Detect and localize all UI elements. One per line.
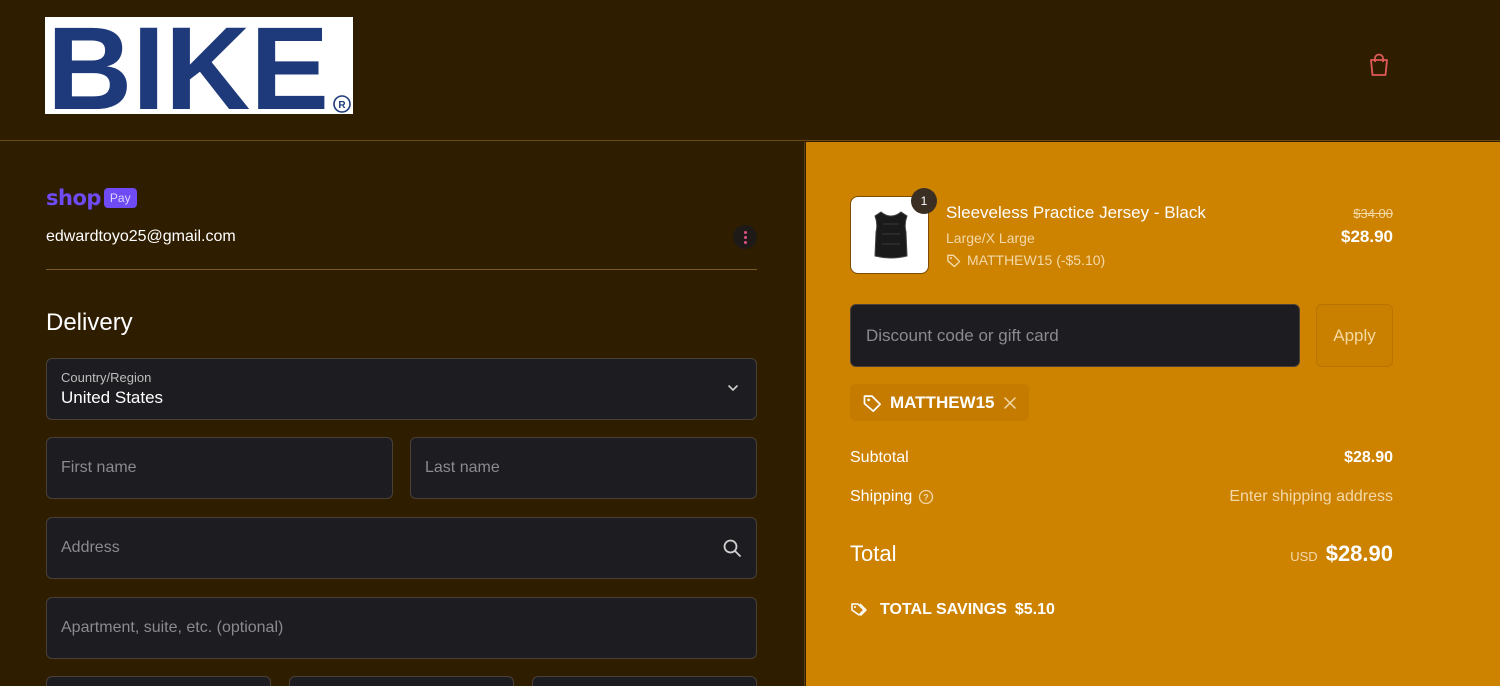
apartment-field[interactable]: Apartment, suite, etc. (optional) xyxy=(46,597,757,659)
product-price: $28.90 xyxy=(1341,227,1393,246)
shop-word: shop xyxy=(46,186,101,210)
divider xyxy=(46,269,757,270)
country-value: United States xyxy=(61,388,164,407)
discount-chip: MATTHEW15 xyxy=(850,384,1029,421)
city-field[interactable] xyxy=(46,676,271,686)
tag-icon xyxy=(947,254,961,267)
address-placeholder: Address xyxy=(61,539,120,556)
shipping-label-wrap: Shipping ? xyxy=(850,488,934,506)
tag-icon xyxy=(863,394,881,412)
product-name: Sleeveless Practice Jersey - Black xyxy=(946,203,1206,222)
apply-button[interactable]: Apply xyxy=(1316,304,1393,367)
chevron-down-icon xyxy=(728,385,738,392)
svg-text:?: ? xyxy=(924,493,930,503)
apartment-placeholder: Apartment, suite, etc. (optional) xyxy=(61,619,284,636)
remove-discount-button[interactable] xyxy=(1003,396,1017,410)
kebab-dot xyxy=(743,240,747,244)
state-field[interactable] xyxy=(289,676,514,686)
account-menu-button[interactable] xyxy=(733,225,757,249)
svg-text:R: R xyxy=(338,100,346,111)
pay-badge: Pay xyxy=(103,188,137,208)
first-name-field[interactable]: First name xyxy=(46,437,393,499)
jersey-image xyxy=(874,211,908,259)
discount-placeholder: Discount code or gift card xyxy=(866,325,1059,345)
country-select[interactable]: Country/Region United States xyxy=(46,358,757,420)
logo-text: BIKE xyxy=(47,17,329,114)
original-price: $34.00 xyxy=(1353,206,1393,221)
savings-label: TOTAL SAVINGS xyxy=(880,601,1007,618)
total-amount: USD $28.90 xyxy=(1290,541,1393,567)
total-row: Total USD $28.90 xyxy=(850,541,1393,567)
discount-code-input[interactable]: Discount code or gift card xyxy=(850,304,1300,367)
shipping-value: Enter shipping address xyxy=(1229,488,1393,505)
site-header: BIKE R xyxy=(0,0,1500,141)
search-icon[interactable] xyxy=(722,538,742,558)
discount-chip-code: MATTHEW15 xyxy=(890,392,995,412)
delivery-heading: Delivery xyxy=(46,309,133,336)
country-label: Country/Region xyxy=(61,370,152,385)
shopping-bag-icon xyxy=(1370,53,1388,76)
product-variant: Large/X Large xyxy=(946,230,1035,246)
help-icon[interactable]: ? xyxy=(918,489,934,505)
first-name-placeholder: First name xyxy=(61,459,137,476)
shipping-label: Shipping xyxy=(850,488,913,505)
zip-field[interactable] xyxy=(532,676,757,686)
close-icon xyxy=(1003,396,1016,409)
cart-button[interactable] xyxy=(1364,50,1394,80)
quantity-badge: 1 xyxy=(911,188,937,214)
product-discount: MATTHEW15 (-$5.10) xyxy=(946,252,1105,268)
subtotal-row: Subtotal $28.90 xyxy=(850,449,1393,467)
subtotal-value: $28.90 xyxy=(1344,449,1393,466)
last-name-placeholder: Last name xyxy=(425,459,500,476)
tags-icon xyxy=(851,603,867,617)
savings-value: $5.10 xyxy=(1014,601,1055,618)
shop-pay-logo: shop Pay xyxy=(46,186,137,210)
total-savings: TOTAL SAVINGS $5.10 xyxy=(850,600,1055,620)
last-name-field[interactable]: Last name xyxy=(410,437,757,499)
kebab-dot xyxy=(743,235,747,239)
total-value: $28.90 xyxy=(1325,541,1393,566)
account-email: edwardtoyo25@gmail.com xyxy=(46,228,236,245)
subtotal-label: Subtotal xyxy=(850,449,909,466)
total-label: Total xyxy=(850,541,897,566)
bike-logo[interactable]: BIKE R xyxy=(45,17,353,114)
product-discount-text: MATTHEW15 (-$5.10) xyxy=(967,252,1106,268)
shipping-row: Shipping ? Enter shipping address xyxy=(850,488,1393,506)
currency-code: USD xyxy=(1290,549,1318,564)
kebab-dot xyxy=(743,230,747,234)
address-field[interactable]: Address xyxy=(46,517,757,579)
